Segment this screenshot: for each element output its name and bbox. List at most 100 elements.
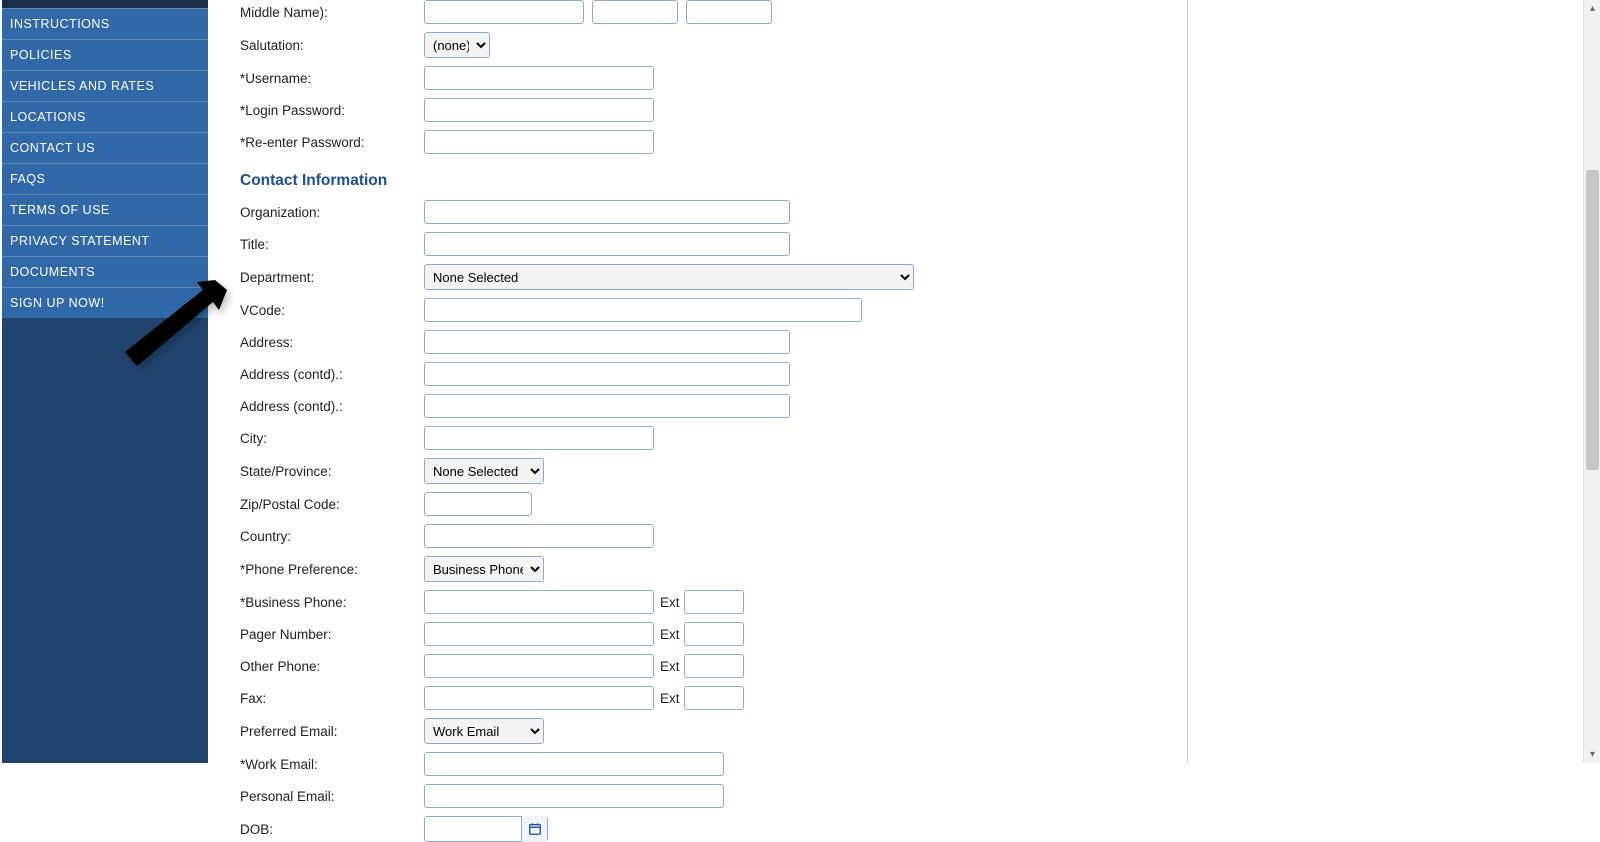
input-business-phone[interactable] bbox=[424, 590, 654, 614]
input-address[interactable] bbox=[424, 330, 790, 354]
label-title: Title: bbox=[240, 237, 424, 252]
select-department[interactable]: None Selected bbox=[424, 264, 914, 290]
label-organization: Organization: bbox=[240, 205, 424, 220]
label-country: Country: bbox=[240, 529, 424, 544]
row-business-phone: *Business Phone: Ext bbox=[240, 590, 1187, 614]
label-city: City: bbox=[240, 431, 424, 446]
label-ext-fax: Ext bbox=[660, 691, 680, 706]
input-address-contd2[interactable] bbox=[424, 394, 790, 418]
input-username[interactable] bbox=[424, 66, 654, 90]
input-other-phone[interactable] bbox=[424, 654, 654, 678]
row-country: Country: bbox=[240, 524, 1187, 548]
section-contact-info: Contact Information bbox=[240, 172, 1187, 190]
vertical-scrollbar[interactable]: ▴ ▾ bbox=[1583, 0, 1600, 763]
input-middle-name[interactable] bbox=[686, 0, 772, 24]
label-dob: DOB: bbox=[240, 822, 424, 837]
row-pref-email: Preferred Email: Work Email bbox=[240, 718, 1187, 744]
row-repassword: *Re-enter Password: bbox=[240, 130, 1187, 154]
row-username: *Username: bbox=[240, 66, 1187, 90]
select-state[interactable]: None Selected bbox=[424, 458, 544, 484]
label-repassword: *Re-enter Password: bbox=[240, 135, 424, 150]
row-password: *Login Password: bbox=[240, 98, 1187, 122]
input-fax[interactable] bbox=[424, 686, 654, 710]
row-name: Middle Name): bbox=[240, 0, 1187, 24]
input-repassword[interactable] bbox=[424, 130, 654, 154]
input-dob[interactable] bbox=[425, 818, 521, 840]
sidebar-item-privacy-statement[interactable]: PRIVACY STATEMENT bbox=[2, 226, 208, 257]
scroll-thumb[interactable] bbox=[1586, 170, 1599, 470]
select-salutation[interactable]: (none) bbox=[424, 32, 490, 58]
row-state: State/Province: None Selected bbox=[240, 458, 1187, 484]
sidebar-header-strip bbox=[2, 0, 208, 8]
label-password: *Login Password: bbox=[240, 103, 424, 118]
input-city[interactable] bbox=[424, 426, 654, 450]
app-viewport: INSTRUCTIONS POLICIES VEHICLES AND RATES… bbox=[0, 0, 1600, 763]
input-other-phone-ext[interactable] bbox=[684, 654, 744, 678]
label-fax: Fax: bbox=[240, 691, 424, 706]
input-business-phone-ext[interactable] bbox=[684, 590, 744, 614]
label-vcode: VCode: bbox=[240, 303, 424, 318]
scroll-up-icon[interactable]: ▴ bbox=[1584, 0, 1600, 17]
label-work-email: *Work Email: bbox=[240, 757, 424, 772]
signup-form: Middle Name): Salutation: (none) *Userna… bbox=[208, 0, 1188, 763]
label-department: Department: bbox=[240, 270, 424, 285]
row-pager: Pager Number: Ext bbox=[240, 622, 1187, 646]
row-address-contd2: Address (contd).: bbox=[240, 394, 1187, 418]
input-first-name[interactable] bbox=[424, 0, 584, 24]
sidebar-item-locations[interactable]: LOCATIONS bbox=[2, 102, 208, 133]
label-personal-email: Personal Email: bbox=[240, 789, 424, 804]
sidebar-item-faqs[interactable]: FAQS bbox=[2, 164, 208, 195]
label-middle-name: Middle Name): bbox=[240, 5, 424, 20]
label-ext-pager: Ext bbox=[660, 627, 680, 642]
row-phone-pref: *Phone Preference: Business Phone bbox=[240, 556, 1187, 582]
label-username: *Username: bbox=[240, 71, 424, 86]
calendar-icon[interactable] bbox=[521, 816, 547, 842]
select-pref-email[interactable]: Work Email bbox=[424, 718, 544, 744]
input-address-contd1[interactable] bbox=[424, 362, 790, 386]
label-address-contd2: Address (contd).: bbox=[240, 399, 424, 414]
input-country[interactable] bbox=[424, 524, 654, 548]
row-address: Address: bbox=[240, 330, 1187, 354]
input-fax-ext[interactable] bbox=[684, 686, 744, 710]
label-address-contd1: Address (contd).: bbox=[240, 367, 424, 382]
select-phone-pref[interactable]: Business Phone bbox=[424, 556, 544, 582]
input-personal-email[interactable] bbox=[424, 784, 724, 808]
row-work-email: *Work Email: bbox=[240, 752, 1187, 776]
input-pager-ext[interactable] bbox=[684, 622, 744, 646]
row-city: City: bbox=[240, 426, 1187, 450]
sidebar-item-terms-of-use[interactable]: TERMS OF USE bbox=[2, 195, 208, 226]
row-vcode: VCode: bbox=[240, 298, 1187, 322]
scroll-down-icon[interactable]: ▾ bbox=[1584, 746, 1600, 763]
sidebar-item-contact-us[interactable]: CONTACT US bbox=[2, 133, 208, 164]
label-salutation: Salutation: bbox=[240, 38, 424, 53]
sidebar-item-instructions[interactable]: INSTRUCTIONS bbox=[2, 8, 208, 40]
label-business-phone: *Business Phone: bbox=[240, 595, 424, 610]
sidebar-item-sign-up-now[interactable]: SIGN UP NOW! bbox=[2, 288, 208, 318]
row-dob: DOB: bbox=[240, 816, 1187, 842]
label-zip: Zip/Postal Code: bbox=[240, 497, 424, 512]
input-vcode[interactable] bbox=[424, 298, 862, 322]
label-other-phone: Other Phone: bbox=[240, 659, 424, 674]
input-password[interactable] bbox=[424, 98, 654, 122]
input-title[interactable] bbox=[424, 232, 790, 256]
row-personal-email: Personal Email: bbox=[240, 784, 1187, 808]
row-salutation: Salutation: (none) bbox=[240, 32, 1187, 58]
input-pager[interactable] bbox=[424, 622, 654, 646]
input-work-email[interactable] bbox=[424, 752, 724, 776]
label-state: State/Province: bbox=[240, 464, 424, 479]
sidebar-item-documents[interactable]: DOCUMENTS bbox=[2, 257, 208, 288]
label-ext-other: Ext bbox=[660, 659, 680, 674]
input-organization[interactable] bbox=[424, 200, 790, 224]
row-address-contd1: Address (contd).: bbox=[240, 362, 1187, 386]
row-zip: Zip/Postal Code: bbox=[240, 492, 1187, 516]
row-other-phone: Other Phone: Ext bbox=[240, 654, 1187, 678]
input-zip[interactable] bbox=[424, 492, 532, 516]
input-last-name[interactable] bbox=[592, 0, 678, 24]
label-pager: Pager Number: bbox=[240, 627, 424, 642]
sidebar-item-policies[interactable]: POLICIES bbox=[2, 40, 208, 71]
sidebar-item-vehicles-rates[interactable]: VEHICLES AND RATES bbox=[2, 71, 208, 102]
label-address: Address: bbox=[240, 335, 424, 350]
label-phone-pref: *Phone Preference: bbox=[240, 562, 424, 577]
row-title: Title: bbox=[240, 232, 1187, 256]
row-organization: Organization: bbox=[240, 200, 1187, 224]
